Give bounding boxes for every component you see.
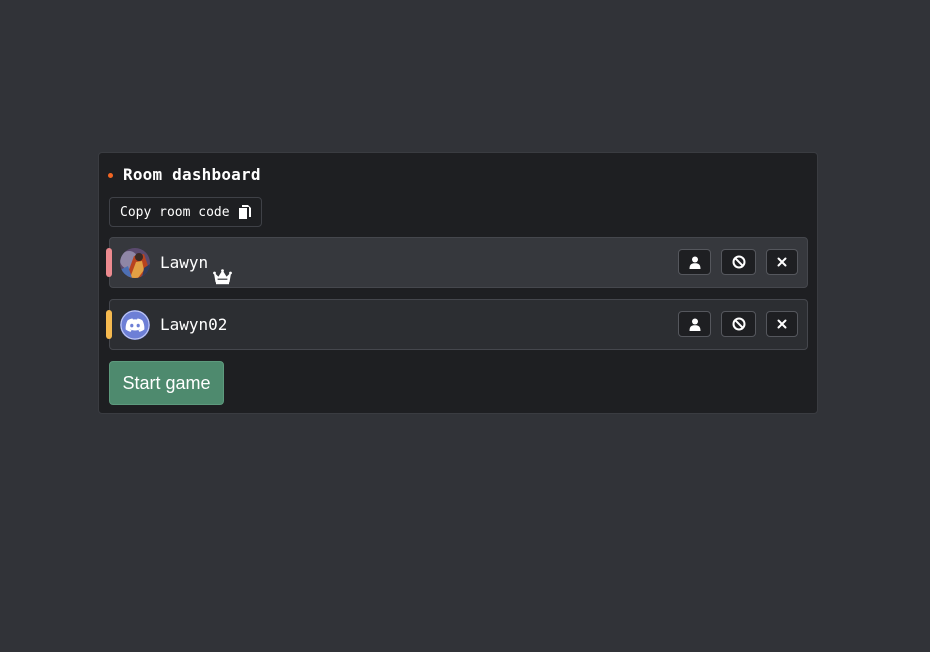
ban-icon: [732, 317, 745, 331]
status-dot: [108, 172, 113, 178]
user-icon: [689, 256, 700, 269]
copy-room-code-label: Copy room code: [120, 204, 230, 220]
discord-default-avatar: [120, 310, 150, 340]
title-row: Room dashboard: [108, 165, 261, 184]
player-name: Lawyn02: [160, 300, 227, 349]
copy-icon: [238, 204, 252, 220]
avatar: [120, 248, 150, 278]
player-name: Lawyn: [160, 238, 233, 287]
crown-icon: [213, 255, 233, 284]
ban-icon: [732, 255, 745, 269]
page-title: Room dashboard: [123, 165, 261, 184]
ban-player-button[interactable]: [721, 249, 756, 275]
room-dashboard-panel: Room dashboard Copy room code Lawyn Lawy…: [98, 152, 818, 414]
player-name-text: Lawyn02: [160, 315, 228, 334]
copy-room-code-button[interactable]: Copy room code: [109, 197, 262, 227]
user-icon: [689, 318, 700, 331]
kick-player-button[interactable]: [766, 311, 798, 337]
close-icon: [777, 319, 787, 329]
player-row-lawyn: Lawyn: [106, 237, 808, 288]
view-profile-button[interactable]: [678, 311, 711, 337]
player-color-bar: [106, 248, 112, 277]
player-color-bar: [106, 310, 112, 339]
start-game-button[interactable]: Start game: [109, 361, 224, 405]
view-profile-button[interactable]: [678, 249, 711, 275]
player-name-text: Lawyn: [160, 253, 209, 272]
kick-player-button[interactable]: [766, 249, 798, 275]
close-icon: [777, 257, 787, 267]
ban-player-button[interactable]: [721, 311, 756, 337]
player-row-lawyn02: Lawyn02: [106, 299, 808, 350]
